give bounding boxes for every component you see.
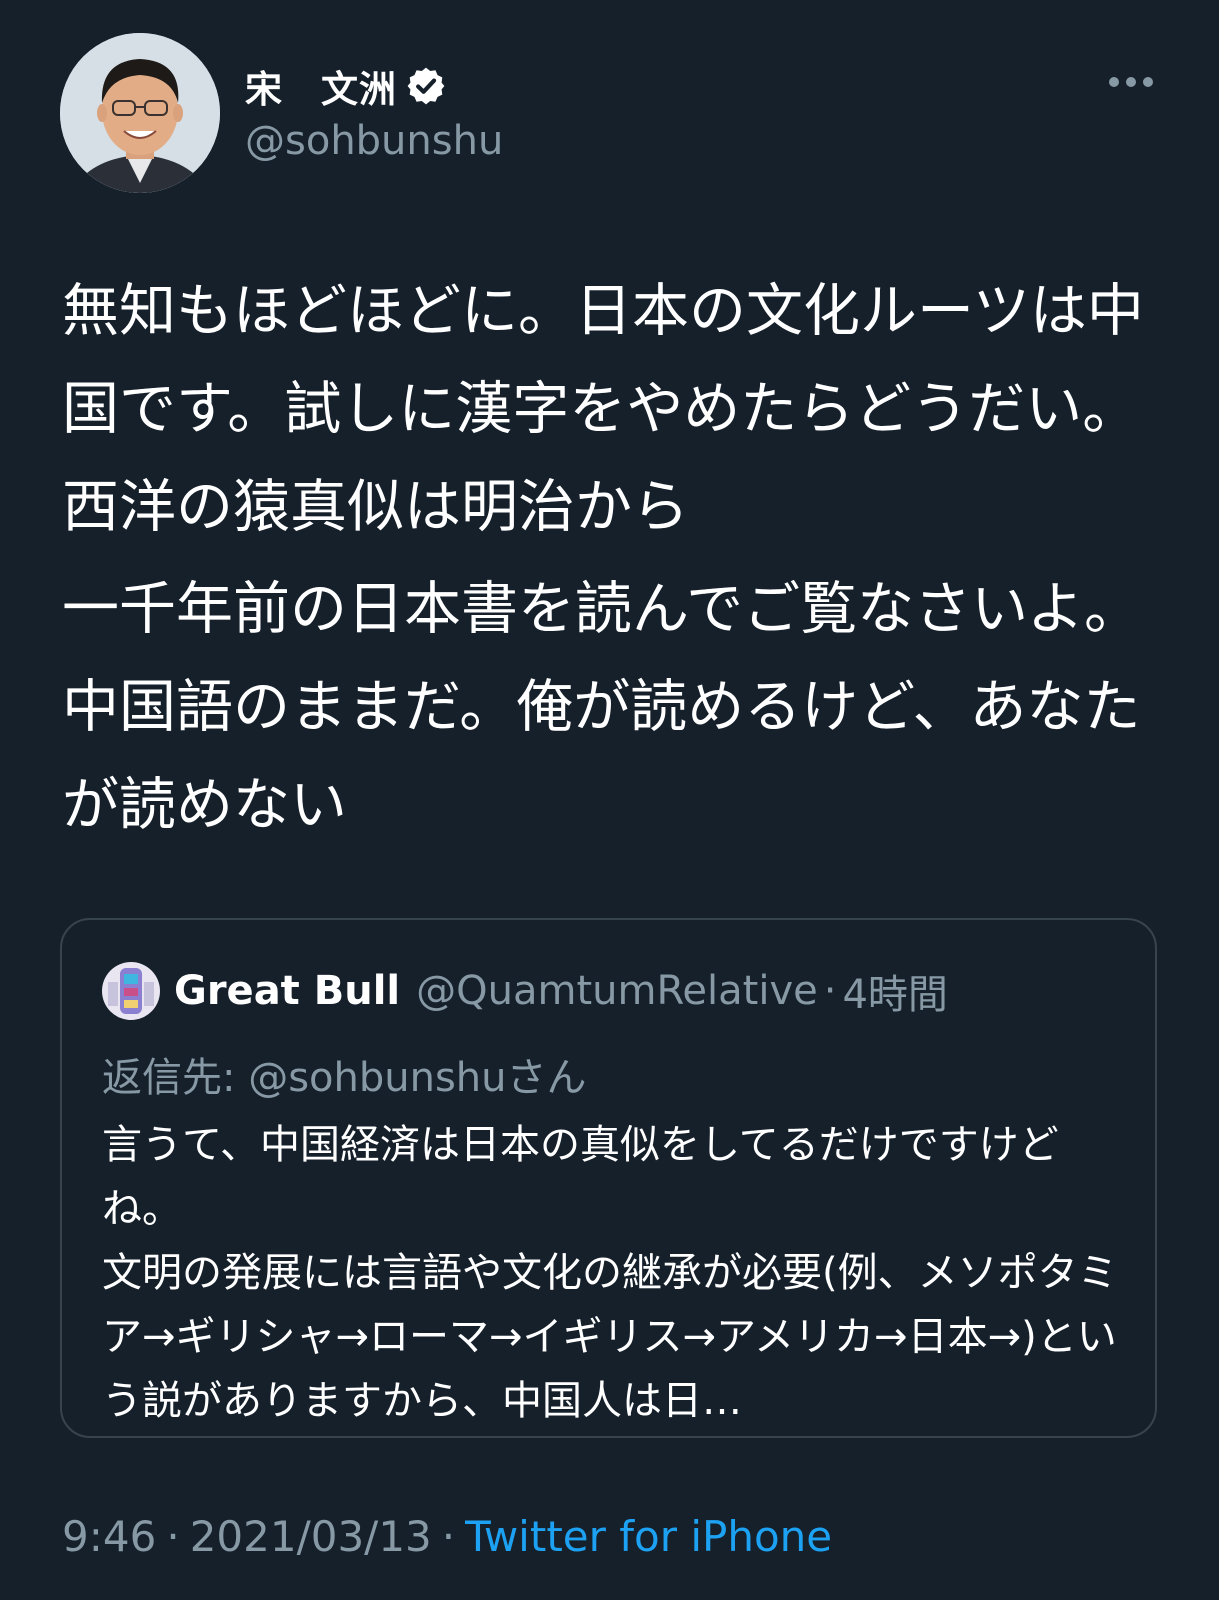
- quoted-author-name: Great Bull: [174, 968, 401, 1014]
- tweet-paragraph: 一千年前の日本書を読んでご覧なさいよ。中国語のままだ。俺が読めるけど、あなたが読…: [62, 576, 1142, 838]
- quoted-avatar-icon: [102, 962, 160, 1020]
- reply-handle: @sohbunshu: [248, 1055, 507, 1101]
- author-display-name[interactable]: 宋 文洲: [245, 59, 397, 113]
- tweet-source-link[interactable]: Twitter for iPhone: [465, 1512, 832, 1561]
- avatar-photo-icon: [60, 33, 220, 193]
- quoted-tweet-text: 言うて、中国経済は日本の真似をしてるだけですけどね。 文明の発展には言語や文化の…: [102, 1113, 1122, 1433]
- separator-dot: ·: [823, 968, 837, 1014]
- tweet-meta: 9:46 · 2021/03/13 · Twitter for iPhone: [62, 1512, 832, 1561]
- tweet-paragraph: 無知もほどほどに。日本の文化ルーツは中国です。試しに漢字をやめたらどうだい。西洋…: [62, 278, 1144, 540]
- separator-dot: ·: [441, 1512, 456, 1561]
- author-handle[interactable]: @sohbunshu: [245, 118, 503, 164]
- tweet-date: 2021/03/13: [189, 1512, 432, 1561]
- tweet-text: 無知もほどほどに。日本の文化ルーツは中国です。試しに漢字をやめたらどうだい。西洋…: [62, 262, 1152, 854]
- quoted-author-avatar: [102, 962, 160, 1020]
- replying-to: 返信先: @sohbunshuさん: [102, 1045, 587, 1103]
- more-options-icon[interactable]: [1106, 68, 1156, 96]
- quoted-author-handle: @QuamtumRelative: [416, 968, 818, 1014]
- tweet-time: 9:46: [62, 1512, 157, 1561]
- quoted-tweet-time: 4時間: [842, 972, 948, 1018]
- author-avatar[interactable]: [60, 33, 220, 193]
- reply-prefix: 返信先:: [102, 1055, 249, 1101]
- quoted-text-line: 文明の発展には言語や文化の継承が必要(例、メソポタミア→ギリシャ→ローマ→イギリ…: [102, 1250, 1118, 1424]
- quoted-tweet-card[interactable]: Great Bull @QuamtumRelative · 4時間 返信先: @…: [60, 918, 1157, 1438]
- reply-suffix: さん: [506, 1055, 587, 1101]
- quoted-tweet-header: Great Bull @QuamtumRelative · 4時間: [102, 960, 948, 1022]
- separator-dot: ·: [166, 1512, 180, 1561]
- verified-badge-icon: [407, 67, 445, 105]
- author-name-row[interactable]: 宋 文洲: [245, 59, 447, 113]
- quoted-text-line: 言うて、中国経済は日本の真似をしてるだけですけどね。: [102, 1122, 1059, 1232]
- tweet-detail-page: 宋 文洲 @sohbunshu 無知もほどほどに。日本の文化ルーツは中国です。試…: [0, 0, 1219, 1600]
